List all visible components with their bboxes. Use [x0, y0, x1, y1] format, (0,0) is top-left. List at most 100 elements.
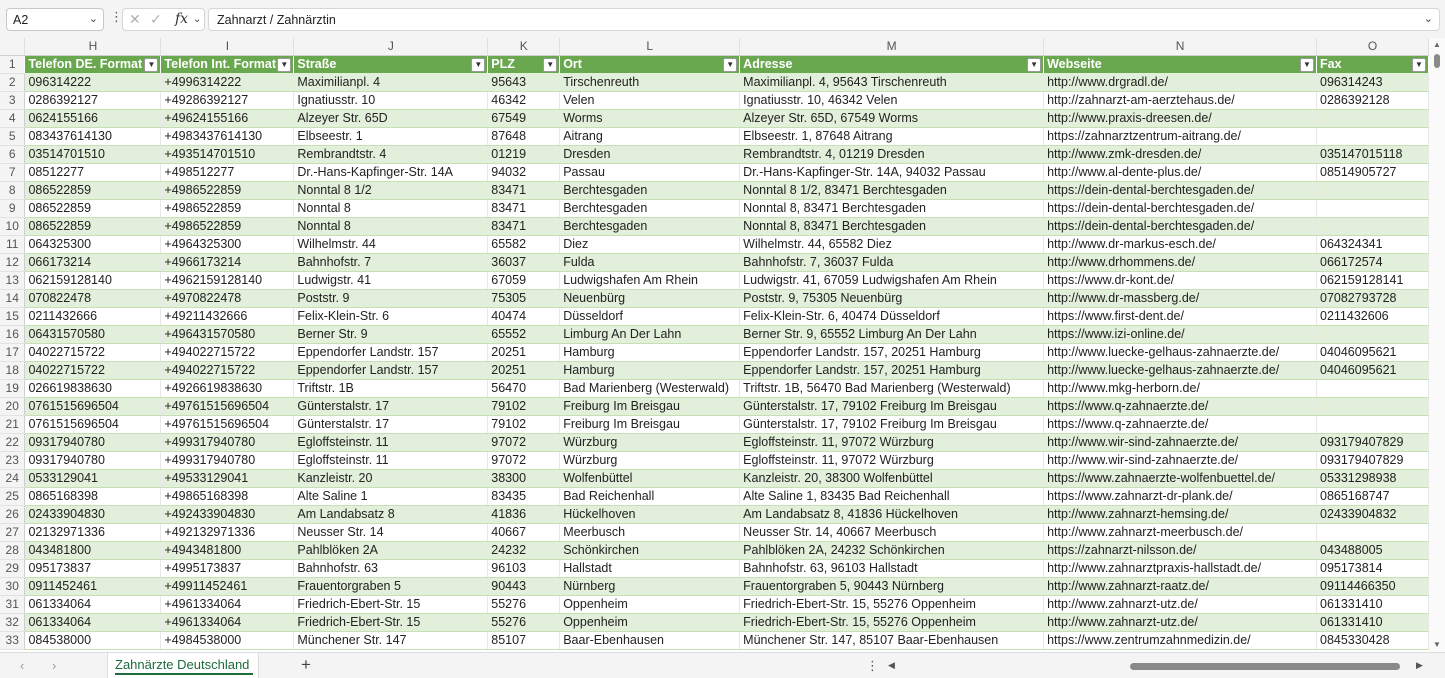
cell-M[interactable]: Eppendorfer Landstr. 157, 20251 Hamburg — [739, 343, 1045, 362]
cell-O[interactable] — [1316, 397, 1429, 416]
cell-L[interactable]: Tirschenreuth — [559, 73, 741, 92]
vertical-scrollbar[interactable]: ▲ ▼ — [1429, 38, 1445, 652]
row-number[interactable]: 24 — [0, 469, 26, 488]
scroll-right-icon[interactable]: ▶ — [1416, 660, 1423, 671]
cell-J[interactable]: Alzeyer Str. 65D — [293, 109, 489, 128]
cell-N[interactable]: http://www.zahnarzt-meerbusch.de/ — [1043, 523, 1317, 542]
cell-L[interactable]: Neuenbürg — [559, 289, 741, 308]
row-number[interactable]: 14 — [0, 289, 26, 308]
cell-J[interactable]: Rembrandtstr. 4 — [293, 145, 489, 164]
cell-M[interactable]: Berner Str. 9, 65552 Limburg An Der Lahn — [739, 325, 1045, 344]
cell-I[interactable]: +4943481800 — [160, 541, 295, 560]
cell-L[interactable]: Nürnberg — [559, 577, 741, 596]
cell-O[interactable]: 062159128141 — [1316, 271, 1429, 290]
check-icon[interactable]: ✓ — [150, 11, 162, 28]
cell-O[interactable] — [1316, 181, 1429, 200]
cell-O[interactable]: 04046095621 — [1316, 343, 1429, 362]
cell-N[interactable]: https://www.izi-online.de/ — [1043, 325, 1317, 344]
row-number[interactable]: 28 — [0, 541, 26, 560]
cell-H[interactable]: 083437614130 — [24, 127, 162, 146]
cell-M[interactable]: Günterstalstr. 17, 79102 Freiburg Im Bre… — [739, 415, 1045, 434]
cell-I[interactable]: +49761515696504 — [160, 397, 295, 416]
add-sheet-button[interactable]: + — [301, 655, 311, 675]
table-header-cell[interactable]: Fax ▼ — [1316, 55, 1429, 73]
cell-J[interactable]: Neusser Str. 14 — [293, 523, 489, 542]
cell-N[interactable]: http://www.zahnarzt-utz.de/ — [1043, 613, 1317, 632]
cell-I[interactable]: +499317940780 — [160, 433, 295, 452]
cell-N[interactable]: https://dein-dental-berchtesgaden.de/ — [1043, 199, 1317, 218]
row-number[interactable]: 16 — [0, 325, 26, 344]
cell-M[interactable]: Am Landabsatz 8, 41836 Hückelhoven — [739, 505, 1045, 524]
cell-O[interactable] — [1316, 415, 1429, 434]
cell-I[interactable]: +4961334064 — [160, 613, 295, 632]
more-vertical-icon[interactable]: ⋮ — [866, 658, 879, 674]
cell-H[interactable]: 0211432666 — [24, 307, 162, 326]
cell-O[interactable]: 0865168747 — [1316, 487, 1429, 506]
column-header-I[interactable]: I — [160, 38, 295, 56]
cell-N[interactable]: http://www.al-dente-plus.de/ — [1043, 163, 1317, 182]
scroll-up-icon[interactable]: ▲ — [1433, 40, 1441, 49]
row-number[interactable]: 7 — [0, 163, 26, 182]
cell-I[interactable]: +494022715722 — [160, 343, 295, 362]
cell-I[interactable]: +4986522859 — [160, 199, 295, 218]
cell-L[interactable]: Oppenheim — [559, 613, 741, 632]
cell-L[interactable]: Bad Marienberg (Westerwald) — [559, 379, 741, 398]
cell-J[interactable]: Ignatiusstr. 10 — [293, 91, 489, 110]
cell-L[interactable]: Hamburg — [559, 361, 741, 380]
row-number[interactable]: 22 — [0, 433, 26, 452]
cell-K[interactable]: 24232 — [487, 541, 561, 560]
cell-L[interactable]: Düsseldorf — [559, 307, 741, 326]
filter-dropdown-icon[interactable]: ▼ — [277, 57, 292, 72]
row-number[interactable]: 6 — [0, 145, 26, 164]
cell-N[interactable]: http://www.zahnarzt-raatz.de/ — [1043, 577, 1317, 596]
cell-J[interactable]: Ludwigstr. 41 — [293, 271, 489, 290]
cell-J[interactable]: Günterstalstr. 17 — [293, 397, 489, 416]
cell-J[interactable]: Günterstalstr. 17 — [293, 415, 489, 434]
cell-J[interactable]: Nonntal 8 1/2 — [293, 181, 489, 200]
cell-O[interactable]: 096314243 — [1316, 73, 1429, 92]
cell-K[interactable]: 75305 — [487, 289, 561, 308]
cell-K[interactable]: 55276 — [487, 595, 561, 614]
cell-H[interactable]: 066173214 — [24, 253, 162, 272]
cell-J[interactable]: Poststr. 9 — [293, 289, 489, 308]
row-number[interactable]: 13 — [0, 271, 26, 290]
column-header-J[interactable]: J — [293, 38, 489, 56]
cell-K[interactable]: 87648 — [487, 127, 561, 146]
chevron-left-icon[interactable]: ‹ — [20, 658, 24, 673]
cell-O[interactable]: 035147015118 — [1316, 145, 1429, 164]
cell-K[interactable]: 36037 — [487, 253, 561, 272]
cell-M[interactable]: Nonntal 8 1/2, 83471 Berchtesgaden — [739, 181, 1045, 200]
cell-O[interactable] — [1316, 523, 1429, 542]
cell-K[interactable]: 94032 — [487, 163, 561, 182]
cell-J[interactable]: Eppendorfer Landstr. 157 — [293, 361, 489, 380]
filter-dropdown-icon[interactable]: ▼ — [723, 57, 738, 72]
cell-N[interactable]: http://www.wir-sind-zahnaerzte.de/ — [1043, 433, 1317, 452]
cell-M[interactable]: Wilhelmstr. 44, 65582 Diez — [739, 235, 1045, 254]
row-number[interactable]: 10 — [0, 217, 26, 236]
cell-M[interactable]: Münchener Str. 147, 85107 Baar-Ebenhause… — [739, 631, 1045, 650]
cell-L[interactable]: Fulda — [559, 253, 741, 272]
cell-J[interactable]: Friedrich-Ebert-Str. 15 — [293, 595, 489, 614]
table-header-cell[interactable]: PLZ ▼ — [487, 55, 561, 73]
row-number[interactable]: 1 — [0, 55, 26, 74]
cell-N[interactable]: http://www.dr-markus-esch.de/ — [1043, 235, 1317, 254]
cell-I[interactable]: +49533129041 — [160, 469, 295, 488]
cell-L[interactable]: Hamburg — [559, 343, 741, 362]
cell-L[interactable]: Freiburg Im Breisgau — [559, 397, 741, 416]
cell-J[interactable]: Münchener Str. 147 — [293, 631, 489, 650]
cell-K[interactable]: 96103 — [487, 559, 561, 578]
cell-M[interactable]: Egloffsteinstr. 11, 97072 Würzburg — [739, 433, 1045, 452]
cell-N[interactable]: https://www.zentrumzahnmedizin.de/ — [1043, 631, 1317, 650]
cell-O[interactable]: 0211432606 — [1316, 307, 1429, 326]
cell-L[interactable]: Würzburg — [559, 433, 741, 452]
cell-H[interactable]: 062159128140 — [24, 271, 162, 290]
cell-I[interactable]: +499317940780 — [160, 451, 295, 470]
cell-I[interactable]: +4986522859 — [160, 217, 295, 236]
cell-I[interactable]: +4961334064 — [160, 595, 295, 614]
cell-N[interactable]: https://www.zahnarzt-dr-plank.de/ — [1043, 487, 1317, 506]
cell-M[interactable]: Maximilianpl. 4, 95643 Tirschenreuth — [739, 73, 1045, 92]
cell-K[interactable]: 83435 — [487, 487, 561, 506]
table-header-cell[interactable]: Straße ▼ — [293, 55, 489, 73]
cell-K[interactable]: 85107 — [487, 631, 561, 650]
cell-H[interactable]: 061334064 — [24, 595, 162, 614]
